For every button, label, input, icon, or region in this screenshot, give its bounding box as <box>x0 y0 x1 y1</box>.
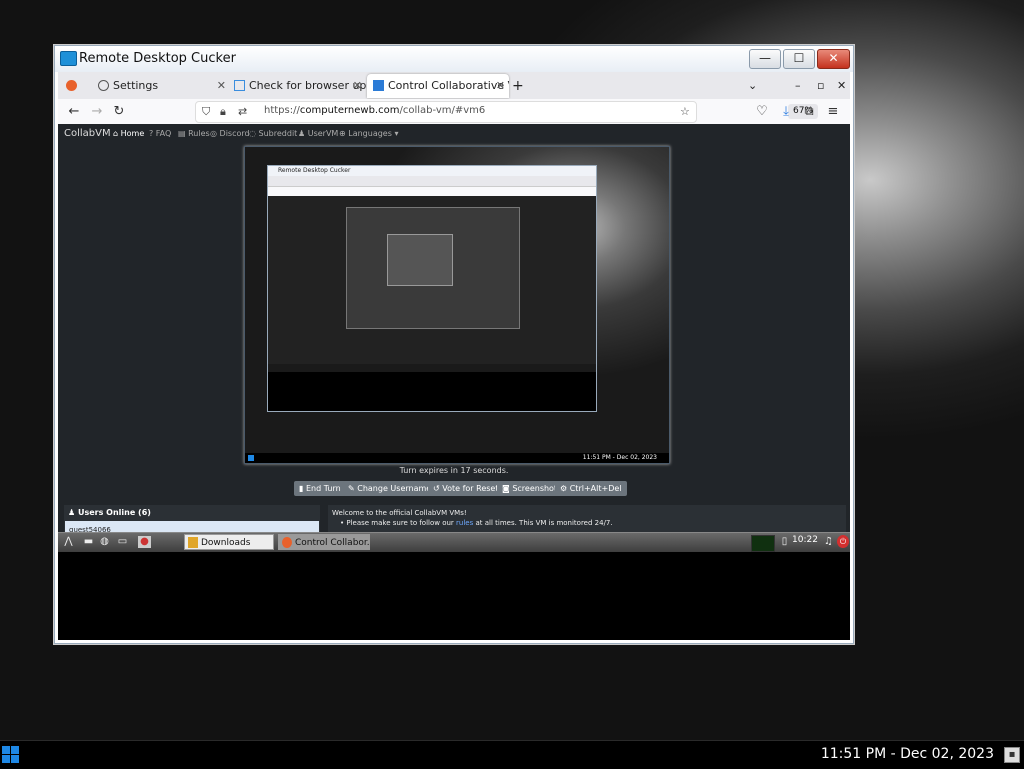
menu-icon[interactable]: ≡ <box>823 102 843 121</box>
list-tabs-button[interactable]: ⌄ <box>748 74 760 98</box>
nested-vm-screen-inner <box>387 234 453 286</box>
vm-screen[interactable]: Remote Desktop Cucker 11:51 PM - Dec 02,… <box>244 146 670 464</box>
show-desktop-icon[interactable]: ▬ <box>82 536 95 548</box>
firefox-icon <box>282 537 292 548</box>
turn-timer-text: Turn expires in 17 seconds. <box>399 466 509 475</box>
collabvm-page: CollabVM ⌂ Home ? FAQ ▤ Rules ◎ Discord … <box>58 124 850 532</box>
monitor-icon <box>60 51 77 66</box>
folder-icon <box>188 537 198 548</box>
tab-close-icon[interactable]: ✕ <box>496 74 505 98</box>
page-icon <box>234 80 245 91</box>
collabvm-brand[interactable]: CollabVM <box>64 128 111 139</box>
nested-vm-screen <box>346 207 520 329</box>
forward-arrow-icon[interactable]: → <box>87 102 107 121</box>
chat-panel: Welcome to the official CollabVM VMs! • … <box>328 505 846 532</box>
browser-nav-bar: ← → ↻ ⛉ 🔒︎ ⇄ https://computernewb.com/co… <box>58 99 850 125</box>
tab-control-collaborative[interactable]: Control Collaborative Vi ✕ <box>367 74 509 98</box>
pocket-icon[interactable]: ♡ <box>752 102 772 121</box>
rules-link[interactable]: rules <box>456 519 473 527</box>
url-text[interactable]: https://computernewb.com/collab-vm/#vm6 <box>264 105 485 116</box>
file-icon[interactable]: ▯ <box>778 536 791 548</box>
url-bar[interactable]: ⛉ 🔒︎ ⇄ https://computernewb.com/collab-v… <box>195 101 819 123</box>
nav-discord[interactable]: ◎ Discord <box>210 129 250 138</box>
nested-collabvm-page <box>268 196 596 366</box>
vm-clock: 11:51 PM - Dec 02, 2023 <box>582 454 657 461</box>
task-downloads[interactable]: Downloads <box>184 534 274 550</box>
nested-nav-bar <box>268 187 596 196</box>
terminal-icon[interactable]: ▭ <box>116 536 129 548</box>
nested-tab-bar <box>268 176 596 187</box>
nav-languages[interactable]: ⊕ Languages ▾ <box>339 129 398 138</box>
change-username-button[interactable]: ✎ Change Username <box>343 481 437 496</box>
tab-label: Check for browser upda <box>249 79 366 92</box>
task-control-collaborative[interactable]: Control Collabor... <box>278 534 370 550</box>
vm-taskbar: 11:51 PM - Dec 02, 2023 <box>245 453 669 463</box>
firefox-launcher-icon[interactable]: ● <box>138 536 151 548</box>
ctrl-alt-del-button[interactable]: ⚙ Ctrl+Alt+Del <box>555 481 627 496</box>
close-button[interactable]: ✕ <box>817 49 850 69</box>
remote-screen[interactable]: Settings ✕ Check for browser upda ✕ Cont… <box>58 72 850 640</box>
nested-window-title: Remote Desktop Cucker <box>268 166 596 176</box>
nav-faq[interactable]: ? FAQ <box>149 129 171 138</box>
tab-label: Control Collaborative Vi <box>388 79 509 92</box>
collabvm-icon <box>373 80 384 91</box>
shield-icon[interactable]: ⛉ <box>202 105 210 119</box>
user-list-item[interactable]: guest54066 <box>65 521 319 532</box>
power-icon[interactable]: ⏻ <box>837 535 849 548</box>
firefox-view-icon[interactable] <box>66 74 84 98</box>
cpu-monitor-graph <box>751 535 775 552</box>
volume-icon[interactable]: ♫ <box>822 536 835 548</box>
users-online-panel: ♟ Users Online (6) guest54066 <box>64 505 320 532</box>
remote-clock[interactable]: 10:22 <box>792 535 818 545</box>
chat-welcome-message: Welcome to the official CollabVM VMs! <box>332 509 467 517</box>
extensions-icon[interactable]: ⧉ <box>799 102 819 121</box>
tab-close-icon[interactable]: ✕ <box>353 74 362 98</box>
bookmark-star-icon[interactable]: ☆ <box>680 105 690 118</box>
vote-reset-button[interactable]: ↺ Vote for Reset <box>428 481 504 496</box>
collabvm-navbar: CollabVM ⌂ Home ? FAQ ▤ Rules ◎ Discord … <box>58 124 850 144</box>
windows-start-icon[interactable] <box>2 746 19 763</box>
notification-icon[interactable]: ▪ <box>1004 747 1020 763</box>
browser-restore-button[interactable]: ▫ <box>817 74 827 98</box>
reload-icon[interactable]: ↻ <box>109 102 129 121</box>
tab-label: Settings <box>113 79 159 92</box>
permissions-icon[interactable]: ⇄ <box>238 105 247 118</box>
nav-uservm[interactable]: ♟ UserVM <box>298 129 338 138</box>
app-menu-icon[interactable]: ⋀ <box>62 536 75 548</box>
minimize-button[interactable]: — <box>749 49 781 69</box>
browser-minimize-button[interactable]: – <box>795 74 805 98</box>
nav-rules[interactable]: ▤ Rules <box>178 129 210 138</box>
back-arrow-icon[interactable]: ← <box>64 102 84 121</box>
end-turn-button[interactable]: ▮ End Turn <box>294 481 346 496</box>
host-taskbar: 11:51 PM - Dec 02, 2023 ▪ <box>0 740 1024 769</box>
window-titlebar[interactable]: Remote Desktop Cucker — ☐ ✕ <box>55 46 853 72</box>
maximize-button[interactable]: ☐ <box>783 49 815 69</box>
remote-taskbar: ⋀ ▬ ◍ ▭ ● Downloads Control Collabor... … <box>58 532 850 552</box>
windows-start-icon <box>248 455 254 461</box>
remote-desktop-window[interactable]: Remote Desktop Cucker — ☐ ✕ Settings ✕ C… <box>54 45 854 644</box>
tab-check-browser-updates[interactable]: Check for browser upda ✕ <box>230 74 366 98</box>
browser-tab-bar: Settings ✕ Check for browser upda ✕ Cont… <box>58 72 850 100</box>
window-title: Remote Desktop Cucker <box>79 51 236 66</box>
tab-close-icon[interactable]: ✕ <box>217 74 226 98</box>
nested-rdp-window: Remote Desktop Cucker <box>267 165 597 412</box>
host-clock[interactable]: 11:51 PM - Dec 02, 2023 <box>821 746 994 762</box>
lock-icon[interactable]: 🔒︎ <box>220 105 226 119</box>
downloads-icon[interactable]: ⤓ <box>776 102 796 121</box>
nav-subreddit[interactable]: ◌ Subreddit <box>249 129 297 138</box>
nested-taskbar <box>268 364 596 372</box>
new-tab-button[interactable]: + <box>512 74 524 98</box>
file-manager-icon[interactable]: ◍ <box>98 536 111 548</box>
users-online-title: ♟ Users Online (6) <box>68 508 151 517</box>
nav-home[interactable]: ⌂ Home <box>113 129 144 138</box>
chat-rules-message: • Please make sure to follow our rules a… <box>340 519 613 527</box>
browser-close-button[interactable]: ✕ <box>837 74 847 98</box>
tab-settings[interactable]: Settings ✕ <box>92 74 230 98</box>
screenshot-button[interactable]: ◙ Screenshot <box>497 481 563 496</box>
gear-icon <box>98 80 109 91</box>
